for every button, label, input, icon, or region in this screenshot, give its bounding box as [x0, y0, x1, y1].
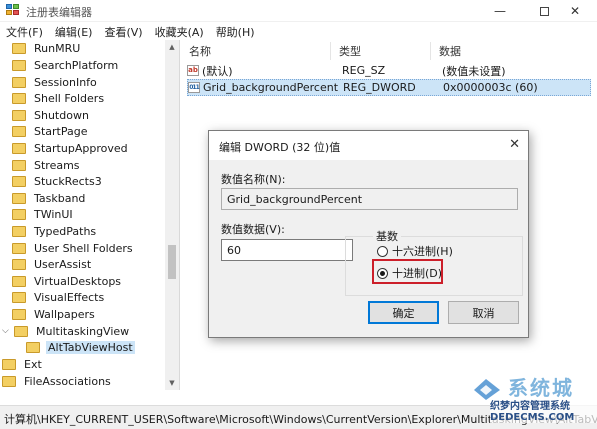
tree-item[interactable]: VirtualDesktops: [12, 273, 123, 290]
registry-editor-icon: [6, 4, 20, 17]
folder-icon: [12, 142, 26, 154]
value-data-label: 数值数据(V):: [221, 223, 285, 236]
tree-item[interactable]: Taskband: [12, 190, 87, 207]
tree-item[interactable]: SessionInfo: [12, 74, 99, 91]
value-type: REG_DWORD: [343, 81, 416, 94]
tree-item-alttabviewhost[interactable]: AltTabViewHost: [26, 339, 135, 356]
watermark: 系统城 织梦内容管理系统 DEDECMS.COM: [472, 372, 597, 423]
tree-item[interactable]: StuckRects3: [12, 173, 104, 190]
value-row[interactable]: ab (默认) REG_SZ (数值未设置): [187, 62, 591, 79]
tree-item[interactable]: User Shell Folders: [12, 240, 135, 257]
string-value-icon: ab: [187, 65, 199, 76]
folder-icon: [26, 341, 40, 353]
folder-open-icon: [14, 325, 28, 337]
decimal-highlight-box: [372, 259, 443, 284]
value-type: REG_SZ: [342, 64, 386, 77]
tree-item[interactable]: Ext: [2, 356, 44, 373]
tree-item[interactable]: StartupApproved: [12, 140, 130, 157]
folder-icon: [12, 59, 26, 71]
folder-icon: [12, 159, 26, 171]
folder-icon: [12, 308, 26, 320]
dialog-title-bar: 编辑 DWORD (32 位)值 ✕: [209, 131, 528, 160]
folder-icon: [12, 291, 26, 303]
menu-file[interactable]: 文件(F): [0, 22, 49, 40]
menu-bar: 文件(F) 编辑(E) 查看(V) 收藏夹(A) 帮助(H): [0, 22, 597, 40]
value-name: Grid_backgroundPercent: [203, 81, 339, 94]
menu-help[interactable]: 帮助(H): [210, 22, 261, 40]
value-name: (默认): [202, 64, 233, 78]
dword-value-icon: 011: [188, 82, 200, 93]
folder-icon: [2, 375, 16, 387]
tree-item[interactable]: TWinUI: [12, 206, 75, 223]
folder-icon: [12, 192, 26, 204]
chevron-down-icon[interactable]: ⌵: [2, 326, 12, 336]
folder-icon: [12, 175, 26, 187]
scroll-up-icon[interactable]: ▲: [165, 40, 179, 54]
menu-edit[interactable]: 编辑(E): [49, 22, 99, 40]
tree-item[interactable]: StartPage: [12, 123, 90, 140]
value-data-input[interactable]: 60: [221, 239, 353, 261]
window-title: 注册表编辑器: [26, 6, 92, 19]
value-data: 0x0000003c (60): [443, 81, 538, 94]
column-header-type[interactable]: 类型: [331, 42, 431, 60]
radio-unchecked-icon: [377, 245, 388, 257]
folder-icon: [12, 275, 26, 287]
scroll-thumb[interactable]: [168, 245, 176, 279]
value-name-label: 数值名称(N):: [221, 173, 286, 186]
tree-item[interactable]: FileAssociations: [2, 373, 113, 390]
folder-icon: [12, 109, 26, 121]
close-button[interactable]: ✕: [553, 0, 597, 22]
minimize-button[interactable]: —: [478, 0, 522, 22]
base-label: 基数: [373, 228, 401, 244]
column-header-name[interactable]: 名称: [181, 42, 331, 60]
tree-item[interactable]: Shutdown: [12, 107, 91, 124]
tree-item-multitaskingview[interactable]: ⌵ MultitaskingView: [2, 323, 131, 340]
tree-item[interactable]: Streams: [12, 157, 82, 174]
registry-tree: RunMRU SearchPlatform SessionInfo Shell …: [0, 40, 180, 390]
value-data: (数值未设置): [442, 64, 506, 78]
folder-icon: [12, 125, 26, 137]
cancel-button[interactable]: 取消: [448, 301, 519, 324]
ok-button[interactable]: 确定: [368, 301, 439, 324]
folder-icon: [2, 358, 16, 370]
dialog-title: 编辑 DWORD (32 位)值: [219, 141, 341, 154]
tree-item[interactable]: Shell Folders: [12, 90, 106, 107]
value-name-field: Grid_backgroundPercent: [221, 188, 518, 210]
value-row-selected[interactable]: 011 Grid_backgroundPercent REG_DWORD 0x0…: [187, 79, 591, 96]
tree-item[interactable]: UserAssist: [12, 256, 93, 273]
tree-item[interactable]: SearchPlatform: [12, 57, 120, 74]
dialog-close-button[interactable]: ✕: [509, 137, 520, 152]
edit-dword-dialog: 编辑 DWORD (32 位)值 ✕ 数值名称(N): Grid_backgro…: [208, 130, 529, 338]
tree-item[interactable]: TypedPaths: [12, 223, 98, 240]
folder-icon: [12, 258, 26, 270]
folder-icon: [12, 92, 26, 104]
menu-favorites[interactable]: 收藏夹(A): [149, 22, 210, 40]
tree-item[interactable]: VisualEffects: [12, 289, 106, 306]
folder-icon: [12, 42, 26, 54]
folder-icon: [12, 76, 26, 88]
watermark-subtitle: 织梦内容管理系统 DEDECMS.COM: [490, 397, 597, 423]
column-header-data[interactable]: 数据: [431, 42, 597, 60]
folder-icon: [12, 225, 26, 237]
folder-icon: [12, 208, 26, 220]
title-bar: 注册表编辑器 — ✕: [0, 0, 597, 22]
radio-hexadecimal[interactable]: 十六进制(H): [377, 243, 453, 259]
tree-item[interactable]: Wallpapers: [12, 306, 97, 323]
tree-item[interactable]: RunMRU: [12, 40, 82, 57]
maximize-icon: [539, 6, 549, 16]
menu-view[interactable]: 查看(V): [98, 22, 148, 40]
tree-scrollbar[interactable]: ▲ ▼: [165, 40, 179, 390]
folder-icon: [12, 242, 26, 254]
scroll-down-icon[interactable]: ▼: [165, 376, 179, 390]
